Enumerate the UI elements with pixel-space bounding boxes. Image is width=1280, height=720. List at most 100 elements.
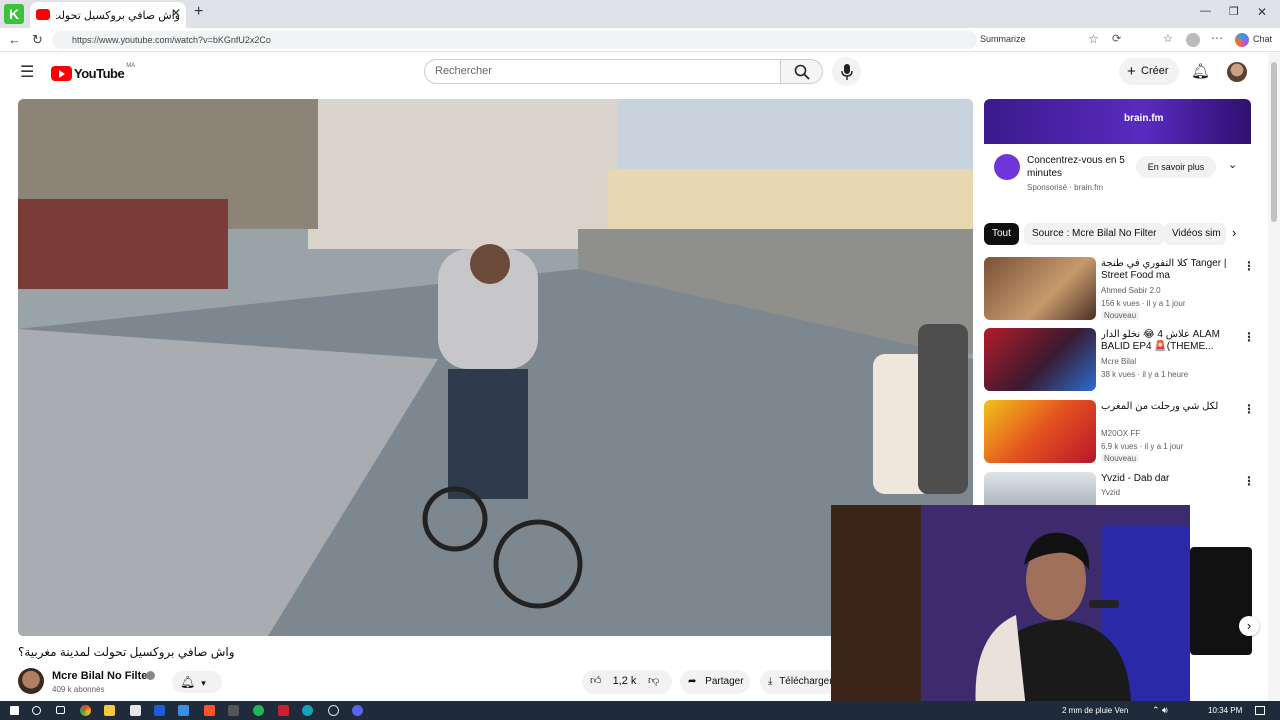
chip-all[interactable]: Tout bbox=[984, 223, 1019, 245]
plus-icon: + bbox=[1127, 63, 1136, 80]
clock-time[interactable]: 10:34 PM bbox=[1208, 706, 1242, 715]
weather-text[interactable]: 2 mm de pluie Ven bbox=[1062, 706, 1128, 715]
chevron-down-icon: ▾ bbox=[201, 678, 206, 688]
ad-cta-button[interactable]: En savoir plus bbox=[1136, 156, 1216, 178]
download-button[interactable]: ⤓ Télécharger bbox=[760, 670, 832, 694]
file-explorer-icon[interactable] bbox=[104, 705, 115, 716]
tab-close-icon[interactable]: ✕ bbox=[171, 6, 181, 20]
video-player[interactable] bbox=[18, 99, 973, 636]
recommendation-thumbnail[interactable] bbox=[984, 257, 1096, 320]
recommendation-title[interactable]: كلا التفوري في طنجة Tanger | Street Food… bbox=[1101, 258, 1231, 282]
edge-icon[interactable] bbox=[302, 705, 313, 716]
new-badge: Nouveau bbox=[1101, 454, 1140, 463]
more-options-icon[interactable]: ⋮ bbox=[1243, 259, 1255, 273]
region-code: MA bbox=[126, 63, 136, 69]
chrome-icon[interactable] bbox=[80, 705, 91, 716]
chat-label[interactable]: Chat bbox=[1253, 34, 1272, 44]
dislike-button[interactable]: 👎︎ bbox=[648, 674, 659, 687]
back-icon[interactable]: ← bbox=[8, 32, 21, 47]
thumbs-up-icon: 👍︎ bbox=[590, 675, 602, 687]
chip-similar[interactable]: Vidéos sim bbox=[1164, 223, 1226, 245]
recommendation-thumbnail[interactable] bbox=[984, 328, 1096, 391]
verified-icon bbox=[146, 671, 155, 680]
more-options-icon[interactable]: ⋮ bbox=[1243, 402, 1255, 416]
browser-menu-icon[interactable]: ⋯ bbox=[1211, 31, 1223, 45]
more-options-icon[interactable]: ⋮ bbox=[1243, 330, 1255, 344]
browser-tab[interactable]: واش صافي بروكسيل تحولت لمدينة bbox=[30, 2, 186, 28]
scrollbar-thumb[interactable] bbox=[1271, 62, 1277, 222]
create-button[interactable]: + Créer bbox=[1119, 58, 1179, 85]
notification-center-icon[interactable] bbox=[1255, 706, 1265, 715]
summarize-button[interactable]: Summarize bbox=[980, 34, 1026, 44]
menu-icon[interactable]: ☰ bbox=[20, 62, 34, 82]
download-label: Télécharger bbox=[779, 676, 832, 687]
minimize-icon[interactable]: — bbox=[1200, 5, 1211, 17]
video-title: واش صافي بروكسيل تحولت لمدينة مغربية؟ bbox=[18, 645, 235, 659]
search-input[interactable]: Rechercher bbox=[424, 59, 781, 84]
share-label: Partager bbox=[705, 676, 744, 687]
recommendation-channel: M20OX FF bbox=[1101, 429, 1141, 438]
download-icon: ⤓ bbox=[768, 676, 773, 687]
search-icon bbox=[794, 64, 810, 80]
extensions-icon[interactable]: ⟳ bbox=[1112, 32, 1121, 45]
video-frame bbox=[18, 99, 973, 636]
discord-icon[interactable] bbox=[352, 705, 363, 716]
new-badge: Nouveau bbox=[1101, 311, 1140, 320]
collections-icon[interactable]: ☆ bbox=[1163, 32, 1173, 45]
recommendation-channel: Yvzid bbox=[1101, 488, 1121, 497]
sponsored-ad[interactable]: brain.fm Concentrez-vous en 5 minutes Sp… bbox=[984, 99, 1251, 199]
recommendation-title[interactable]: علاش 4 😂 نخلو الدار ALAM BALID EP4 🚨(THE… bbox=[1101, 329, 1231, 353]
recommendation-item[interactable]: علاش 4 😂 نخلو الدار ALAM BALID EP4 🚨(THE… bbox=[984, 328, 1255, 394]
favorites-icon[interactable]: ☆ bbox=[1088, 32, 1099, 46]
url-text: https://www.youtube.com/watch?v=bKGnfU2x… bbox=[72, 35, 271, 45]
chips-next-chevron-icon[interactable]: › bbox=[1232, 225, 1236, 240]
maximize-icon[interactable]: ❐ bbox=[1229, 5, 1239, 18]
brainfm-logo-text: brain.fm bbox=[1124, 113, 1164, 124]
channel-avatar[interactable] bbox=[18, 668, 44, 694]
recommendation-title[interactable]: Yvzid - Dab dar bbox=[1101, 473, 1231, 485]
more-options-icon[interactable]: ⋮ bbox=[1243, 474, 1255, 488]
share-button[interactable]: ➦ Partager bbox=[680, 670, 750, 694]
page-scrollbar[interactable] bbox=[1268, 52, 1280, 701]
channel-name[interactable]: Mcre Bilal No Filter bbox=[52, 670, 152, 682]
tray-icons[interactable]: ⌃ 🔊︎ bbox=[1152, 705, 1168, 716]
youtube-favicon-icon bbox=[36, 9, 50, 20]
recorder-icon[interactable] bbox=[278, 705, 289, 716]
recommendation-thumbnail[interactable] bbox=[984, 400, 1096, 463]
youtube-logo[interactable]: YouTube MA bbox=[51, 63, 136, 81]
ad-banner: brain.fm bbox=[984, 99, 1251, 144]
next-arrow-button[interactable]: › bbox=[1239, 616, 1259, 636]
app-icon[interactable] bbox=[154, 705, 165, 716]
subscribe-bell-button[interactable]: 🔔︎ ▾ bbox=[172, 671, 222, 693]
like-count: 1,2 k bbox=[612, 675, 637, 687]
recommendation-title[interactable]: لكل شي ورحلت من المغرب bbox=[1101, 401, 1231, 413]
like-button[interactable]: 👍︎ 1,2 k bbox=[590, 674, 636, 687]
recommendation-item[interactable]: كلا التفوري في طنجة Tanger | Street Food… bbox=[984, 257, 1255, 323]
recommendation-channel: Ahmed Sabir 2.0 bbox=[1101, 286, 1161, 295]
recommendation-channel: Mcre Bilal bbox=[1101, 357, 1137, 366]
recommendation-item[interactable]: لكل شي ورحلت من المغرب M20OX FF 6,9 k vu… bbox=[984, 400, 1255, 466]
spotify-icon[interactable] bbox=[253, 705, 264, 716]
tab-title: واش صافي بروكسيل تحولت لمدينة bbox=[56, 9, 180, 22]
search-taskbar-icon[interactable] bbox=[32, 706, 41, 715]
brave-icon[interactable] bbox=[204, 705, 215, 716]
copilot-icon[interactable] bbox=[1235, 33, 1249, 47]
task-view-icon[interactable] bbox=[56, 706, 65, 714]
start-icon[interactable] bbox=[10, 706, 19, 715]
terminal-icon[interactable] bbox=[228, 705, 239, 716]
new-tab-icon[interactable]: + bbox=[194, 3, 203, 21]
create-label: Créer bbox=[1141, 65, 1169, 77]
url-field[interactable]: https://www.youtube.com/watch?v=bKGnfU2x… bbox=[52, 31, 977, 49]
mail-icon[interactable] bbox=[178, 705, 189, 716]
search-button[interactable] bbox=[781, 59, 823, 84]
ad-expand-chevron-icon[interactable]: ⌄ bbox=[1228, 158, 1237, 171]
notifications-bell-icon[interactable]: 🔔︎ bbox=[1191, 62, 1210, 80]
account-avatar[interactable] bbox=[1227, 62, 1247, 82]
close-window-icon[interactable]: ✕ bbox=[1257, 5, 1267, 19]
obs-icon[interactable] bbox=[328, 705, 339, 716]
profile-avatar[interactable] bbox=[1186, 33, 1200, 47]
voice-search-button[interactable] bbox=[832, 57, 861, 86]
reload-icon[interactable]: ↻ bbox=[32, 32, 43, 48]
store-icon[interactable] bbox=[130, 705, 141, 716]
chip-source[interactable]: Source : Mcre Bilal No Filter bbox=[1024, 223, 1165, 245]
